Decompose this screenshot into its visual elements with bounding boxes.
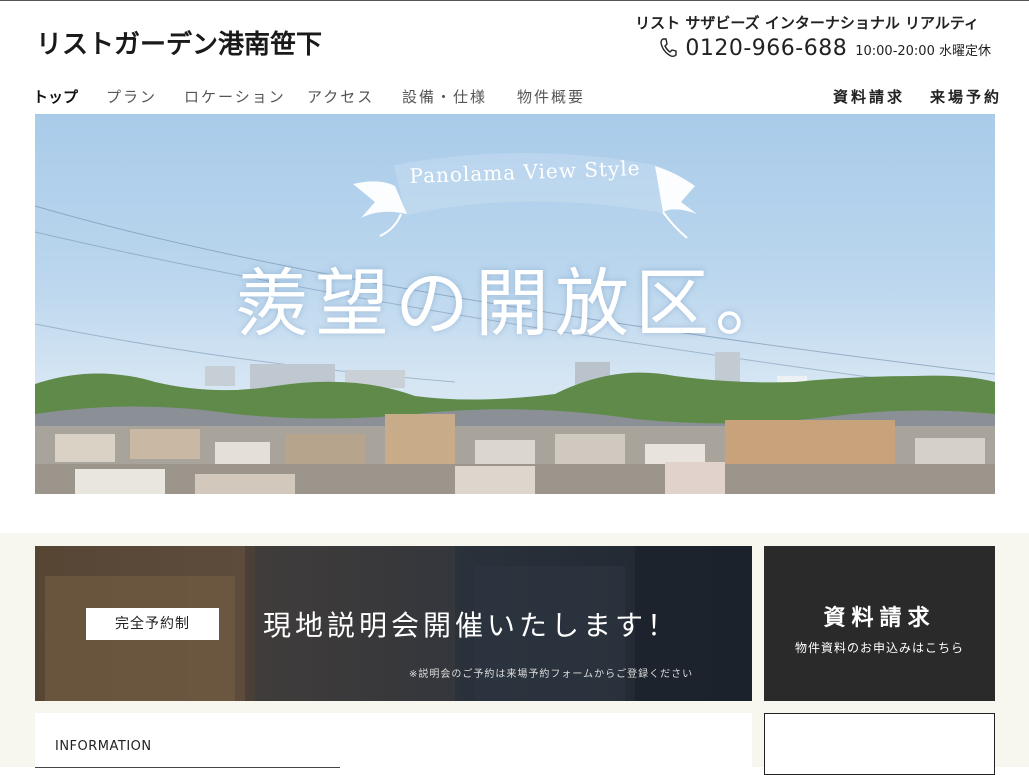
side-banner-box[interactable] — [764, 713, 995, 775]
phone-icon — [660, 38, 678, 58]
nav-item-plan[interactable]: プラン — [106, 86, 157, 107]
hero-banner: Panolama View Style 羨望の開放区。 — [35, 114, 995, 494]
hero-headline: 羨望の開放区。 — [235, 261, 795, 347]
company-name: リスト サザビーズ インターナショナル リアルティ — [635, 14, 979, 32]
information-section: INFORMATION — [35, 713, 752, 773]
main-nav: トップ プラン ロケーション アクセス 設備・仕様 物件概要 資料請求 来場予約 — [0, 86, 1029, 112]
nav-item-access[interactable]: アクセス — [307, 86, 374, 107]
event-note: ※説明会のご予約は来場予約フォームからご登録ください — [409, 669, 694, 680]
nav-item-document-request[interactable]: 資料請求 — [833, 86, 905, 107]
business-hours: 10:00-20:00 水曜定休 — [855, 44, 991, 59]
nav-item-location[interactable]: ロケーション — [184, 86, 286, 107]
document-request-title: 資料請求 — [823, 606, 936, 631]
event-banner[interactable]: 完全予約制 現地説明会開催いたします！ ※説明会のご予約は来場予約フォームからご… — [35, 546, 752, 701]
document-request-button[interactable]: 資料請求 物件資料のお申込みはこちら — [764, 546, 995, 701]
site-logo[interactable]: リストガーデン港南笹下 — [36, 24, 322, 61]
nav-item-visit-reservation[interactable]: 来場予約 — [930, 86, 1002, 107]
event-title: 現地説明会開催いたします！ — [263, 609, 680, 642]
document-request-subtitle: 物件資料のお申込みはこちら — [794, 641, 964, 655]
top-border — [0, 0, 1029, 1]
information-divider — [35, 767, 340, 768]
reservation-only-badge: 完全予約制 — [86, 608, 219, 640]
nav-item-outline[interactable]: 物件概要 — [517, 86, 585, 107]
nav-item-top[interactable]: トップ — [33, 86, 78, 107]
nav-item-equipment[interactable]: 設備・仕様 — [402, 86, 487, 107]
phone-number[interactable]: 0120-966-688 — [685, 36, 847, 61]
information-title: INFORMATION — [55, 739, 152, 754]
contact-info: 0120-966-688 10:00-20:00 水曜定休 — [659, 35, 991, 61]
